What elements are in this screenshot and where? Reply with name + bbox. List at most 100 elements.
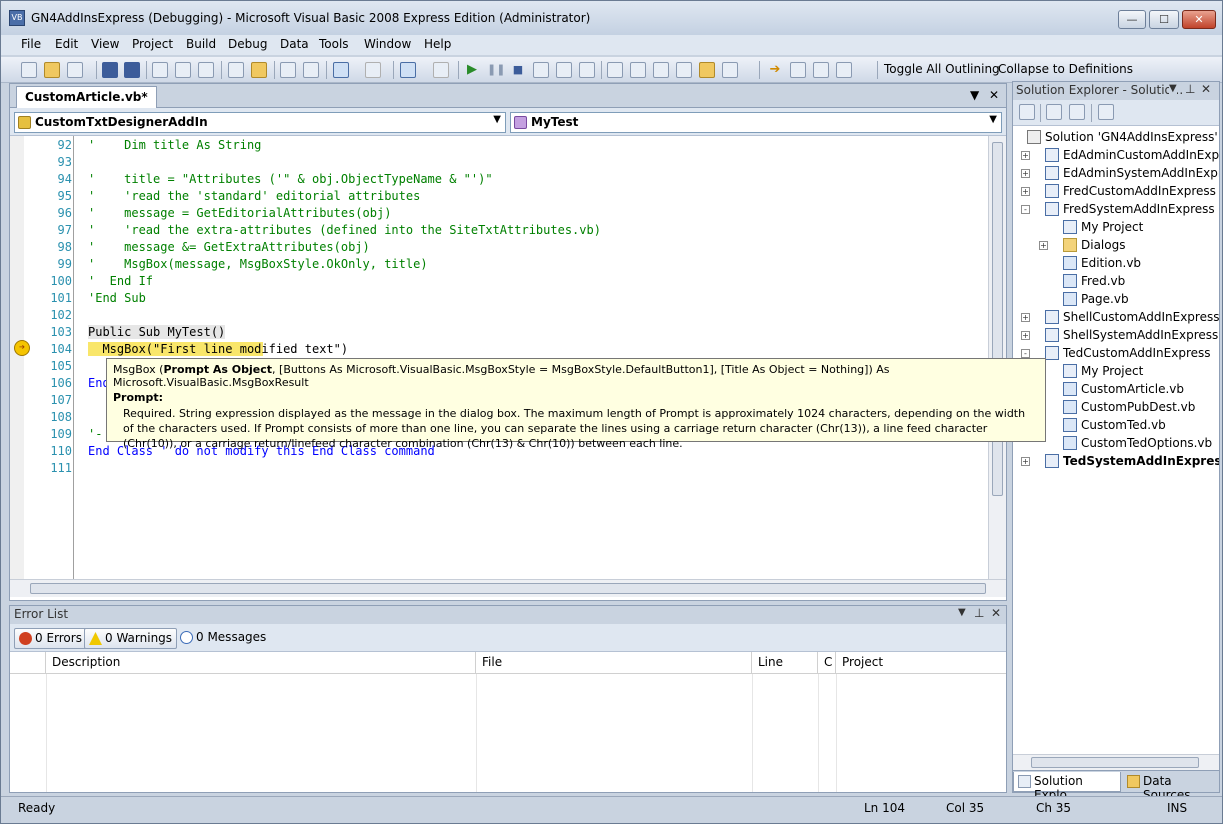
navigate-forward-icon[interactable] (433, 62, 449, 78)
add-item-icon[interactable] (67, 62, 83, 78)
break-all-icon[interactable]: ❚❚ (487, 62, 505, 78)
solution-explorer-icon[interactable] (607, 62, 623, 78)
close-button[interactable]: ✕ (1182, 10, 1216, 29)
tab-data-sources[interactable]: Data Sources (1123, 772, 1219, 802)
tree-node[interactable]: + FredCustomAddInExpress (1013, 182, 1219, 200)
code-line[interactable]: 'End Sub (88, 291, 146, 305)
menu-data[interactable]: Data (280, 37, 309, 51)
object-browser-icon[interactable] (653, 62, 669, 78)
column-header-file[interactable]: File (476, 652, 752, 674)
tab-custom-article[interactable]: CustomArticle.vb* (16, 86, 157, 108)
code-line[interactable]: '- (88, 427, 102, 441)
view-code-icon[interactable] (1098, 104, 1114, 120)
warnings-filter-button[interactable]: 0 Warnings (84, 628, 178, 649)
expand-icon[interactable]: + (1021, 187, 1030, 196)
menu-view[interactable]: View (91, 37, 119, 51)
toggle-all-outlining-button[interactable]: Toggle All Outlining (884, 62, 1000, 76)
find-in-files-icon[interactable] (251, 62, 267, 78)
scroll-thumb[interactable] (1031, 757, 1199, 768)
code-line[interactable]: ' Dim title As String (88, 138, 261, 152)
close-icon[interactable]: ✕ (991, 606, 1001, 620)
code-line[interactable]: ' 'read the extra-attributes (defined in… (88, 223, 601, 237)
pin-icon[interactable]: ⊥ (1185, 82, 1196, 96)
panel-dropdown-icon[interactable]: ▼ (1169, 83, 1177, 94)
properties-icon[interactable] (1019, 104, 1035, 120)
code-line[interactable]: ' MsgBox(message, MsgBoxStyle.OkOnly, ti… (88, 257, 428, 271)
code-line[interactable]: ' title = "Attributes ('" & obj.ObjectTy… (88, 172, 493, 186)
open-folder-icon[interactable] (44, 62, 60, 78)
show-all-files-icon[interactable] (1046, 104, 1062, 120)
step-into-small-icon[interactable] (790, 62, 806, 78)
column-header-project[interactable]: Project (836, 652, 1006, 674)
navigate-backward-icon[interactable] (400, 62, 416, 78)
menu-help[interactable]: Help (424, 37, 451, 51)
column-header-column[interactable]: C (818, 652, 836, 674)
copy-icon[interactable] (175, 62, 191, 78)
errors-filter-button[interactable]: 0 Errors (14, 628, 87, 649)
expand-icon[interactable]: + (1021, 313, 1030, 322)
vb-app-icon[interactable]: VB (9, 10, 25, 26)
new-project-icon[interactable] (21, 62, 37, 78)
menu-edit[interactable]: Edit (55, 37, 78, 51)
code-line[interactable]: MsgBox("First line modified text") (88, 342, 349, 356)
expand-icon[interactable]: + (1039, 241, 1048, 250)
minimize-button[interactable]: — (1118, 10, 1146, 29)
menu-tools[interactable]: Tools (319, 37, 349, 51)
find-icon[interactable] (228, 62, 244, 78)
collapse-icon[interactable]: - (1021, 349, 1030, 358)
properties-icon[interactable] (630, 62, 646, 78)
menu-build[interactable]: Build (186, 37, 216, 51)
tree-horizontal-scrollbar[interactable] (1013, 754, 1219, 770)
refresh-icon[interactable] (1069, 104, 1085, 120)
step-out-small-icon[interactable] (836, 62, 852, 78)
menu-debug[interactable]: Debug (228, 37, 267, 51)
method-name-combo[interactable]: MyTest ▼ (510, 112, 1002, 133)
tree-node[interactable]: + ShellSystemAddInExpress (1013, 326, 1219, 344)
step-over-small-icon[interactable] (813, 62, 829, 78)
editor-horizontal-scrollbar[interactable] (10, 579, 1006, 597)
close-document-icon[interactable]: ✕ (989, 88, 999, 102)
code-line[interactable]: Public Sub MyTest() (88, 325, 226, 339)
tree-node[interactable]: My Project (1013, 218, 1219, 236)
start-page-icon[interactable] (699, 62, 715, 78)
tree-node[interactable]: + TedSystemAddInExpress (1013, 452, 1219, 470)
save-all-icon[interactable] (124, 62, 140, 78)
column-header-line[interactable]: Line (752, 652, 818, 674)
class-name-combo[interactable]: CustomTxtDesignerAddIn ▼ (14, 112, 506, 133)
menu-file[interactable]: File (21, 37, 41, 51)
expand-icon[interactable]: + (1021, 331, 1030, 340)
tab-solution-explorer[interactable]: Solution Explo... (1013, 772, 1121, 802)
expand-icon[interactable]: + (1021, 151, 1030, 160)
code-line[interactable]: ' 'read the 'standard' editorial attribu… (88, 189, 420, 203)
tree-node[interactable]: Edition.vb (1013, 254, 1219, 272)
comment-icon[interactable] (280, 62, 296, 78)
cut-icon[interactable] (152, 62, 168, 78)
collapse-to-definitions-button[interactable]: Collapse to Definitions (998, 62, 1133, 76)
continue-icon[interactable]: ▶ (464, 62, 480, 78)
uncomment-icon[interactable] (303, 62, 319, 78)
step-out-icon[interactable] (579, 62, 595, 78)
tree-node[interactable]: + EdAdminCustomAddInExpre (1013, 146, 1219, 164)
toolbox-icon[interactable] (676, 62, 692, 78)
undo-icon[interactable] (333, 62, 349, 78)
step-over-icon[interactable] (556, 62, 572, 78)
column-header-description[interactable]: Description (46, 652, 476, 674)
expand-icon[interactable]: + (1021, 457, 1030, 466)
expand-icon[interactable]: + (1021, 169, 1030, 178)
scroll-thumb[interactable] (30, 583, 986, 594)
code-line[interactable]: ' message &= GetExtraAttributes(obj) (88, 240, 370, 254)
redo-icon[interactable] (365, 62, 381, 78)
messages-filter-button[interactable]: 0 Messages (176, 628, 270, 649)
other-windows-icon[interactable] (722, 62, 738, 78)
paste-icon[interactable] (198, 62, 214, 78)
tree-node[interactable]: - FredSystemAddInExpress (1013, 200, 1219, 218)
tab-dropdown-icon[interactable]: ▼ (970, 88, 979, 102)
panel-dropdown-icon[interactable]: ▼ (958, 607, 966, 618)
tree-node[interactable]: + ShellCustomAddInExpress (1013, 308, 1219, 326)
tree-node[interactable]: + Dialogs (1013, 236, 1219, 254)
tree-node[interactable]: Fred.vb (1013, 272, 1219, 290)
save-icon[interactable] (102, 62, 118, 78)
code-line[interactable]: ' message = GetEditorialAttributes(obj) (88, 206, 391, 220)
menu-project[interactable]: Project (132, 37, 173, 51)
tree-node[interactable]: Solution 'GN4AddInsExpress' (8 p (1013, 128, 1219, 146)
